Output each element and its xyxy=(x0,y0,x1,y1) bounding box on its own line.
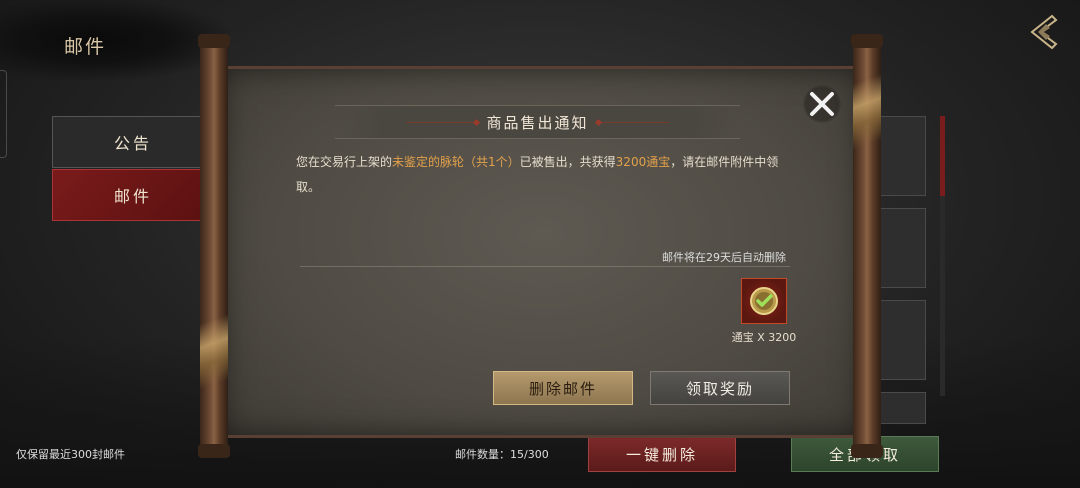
tab-notice[interactable]: 公告 xyxy=(52,116,214,168)
scroll-rod-left xyxy=(198,34,230,458)
mail-list-item[interactable] xyxy=(880,208,926,288)
scrollbar-thumb[interactable] xyxy=(940,116,945,196)
mail-count: 邮件数量：15/300 xyxy=(455,448,549,461)
delete-all-button[interactable]: 一键删除 xyxy=(588,436,736,472)
body-text-2: 已被售出，共获得 xyxy=(519,155,616,169)
mail-list-item[interactable] xyxy=(880,116,926,196)
mail-list-scrollbar[interactable] xyxy=(940,116,945,396)
mail-list-item[interactable] xyxy=(880,392,926,424)
dialog-title-bar: 商品售出通知 xyxy=(335,105,740,139)
coin-check-icon xyxy=(750,287,778,315)
mail-limit-note: 仅保留最近300封邮件 xyxy=(16,448,125,461)
claim-reward-button[interactable]: 领取奖励 xyxy=(650,371,790,405)
delete-mail-button[interactable]: 删除邮件 xyxy=(493,371,633,405)
back-arrow-icon[interactable] xyxy=(1022,12,1062,52)
mail-body: 您在交易行上架的未鉴定的脉轮（共1个）已被售出，共获得3200通宝，请在邮件附件… xyxy=(296,150,796,200)
reward-amount: 3200通宝 xyxy=(615,155,671,169)
scroll-rod-right xyxy=(851,34,883,458)
attachment-slot[interactable] xyxy=(741,278,787,324)
tab-mail[interactable]: 邮件 xyxy=(52,169,214,221)
close-button[interactable] xyxy=(803,85,841,123)
dialog-title: 商品售出通知 xyxy=(486,113,589,132)
expire-notice: 邮件将在29天后自动删除 xyxy=(662,251,786,264)
attachment-caption: 通宝 X 3200 xyxy=(731,331,797,344)
body-text-1: 您在交易行上架的 xyxy=(296,155,393,169)
title-ornament-left xyxy=(406,121,477,123)
ink-brush-header xyxy=(0,0,230,80)
dialog-divider xyxy=(300,266,790,267)
mail-list-item[interactable] xyxy=(880,300,926,380)
sold-item-name: 未鉴定的脉轮（共1个） xyxy=(392,155,520,169)
title-ornament-right xyxy=(598,121,669,123)
left-edge-handle[interactable] xyxy=(0,70,7,158)
page-title: 邮件 xyxy=(64,36,107,58)
close-icon xyxy=(810,92,834,116)
